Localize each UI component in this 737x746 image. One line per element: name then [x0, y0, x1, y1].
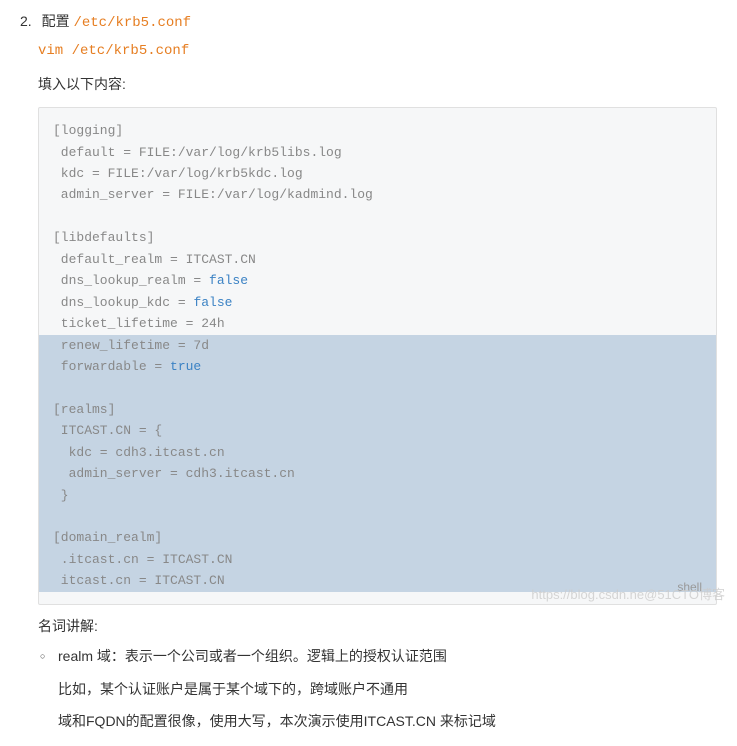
logging-header: [logging] — [53, 123, 123, 138]
config-path: /etc/krb5.conf — [73, 15, 191, 31]
realms-kdc: kdc = cdh3.itcast.cn — [53, 445, 225, 460]
glossary-title: 名词讲解: — [38, 615, 717, 637]
domain-realm-header: [domain_realm] — [53, 530, 162, 545]
libdefaults-dns-kdc: dns_lookup_kdc = false — [53, 295, 232, 310]
logging-default: default = FILE:/var/log/krb5libs.log — [53, 145, 342, 160]
libdefaults-ticket: ticket_lifetime = 24h — [53, 316, 225, 331]
libdefaults-header: [libdefaults] — [53, 230, 154, 245]
glossary-para-2: 域和FQDN的配置很像，使用大写，本次演示使用ITCAST.CN 来标记域 — [58, 710, 717, 732]
libdefaults-realm: default_realm = ITCAST.CN — [53, 252, 256, 267]
glossary-para-1: 比如，某个认证账户是属于某个域下的，跨域账户不通用 — [58, 678, 717, 700]
domain-plain: itcast.cn = ITCAST.CN — [53, 573, 225, 588]
true-keyword: true — [170, 359, 201, 374]
libdefaults-dns-realm: dns_lookup_realm = false — [53, 273, 248, 288]
step-label: 配置 — [42, 13, 70, 29]
domain-dot: .itcast.cn = ITCAST.CN — [53, 552, 232, 567]
realms-close: } — [53, 488, 69, 503]
code-block: [logging] default = FILE:/var/log/krb5li… — [38, 107, 717, 605]
code-content[interactable]: [logging] default = FILE:/var/log/krb5li… — [39, 108, 716, 604]
realms-open: ITCAST.CN = { — [53, 423, 162, 438]
libdefaults-forward: forwardable = true — [53, 359, 201, 374]
false-keyword: false — [209, 273, 248, 288]
highlighted-selection: renew_lifetime = 7d forwardable = true [… — [39, 335, 716, 592]
command-line: vim /etc/krb5.conf — [38, 40, 717, 62]
glossary-item-realm: realm 域：表示一个公司或者一个组织。逻辑上的授权认证范围 — [58, 645, 717, 667]
logging-admin: admin_server = FILE:/var/log/kadmind.log — [53, 187, 373, 202]
step-number: 2. — [20, 10, 32, 32]
step-line: 2. 配置 /etc/krb5.conf — [20, 10, 717, 34]
false-keyword: false — [193, 295, 232, 310]
realms-admin: admin_server = cdh3.itcast.cn — [53, 466, 295, 481]
logging-kdc: kdc = FILE:/var/log/krb5kdc.log — [53, 166, 303, 181]
fill-instruction: 填入以下内容: — [38, 73, 717, 95]
realms-header: [realms] — [53, 402, 115, 417]
glossary-list: realm 域：表示一个公司或者一个组织。逻辑上的授权认证范围 — [58, 645, 717, 667]
libdefaults-renew: renew_lifetime = 7d — [53, 338, 209, 353]
watermark: https://blog.csdn.ne@51CTO博客 — [531, 585, 725, 606]
